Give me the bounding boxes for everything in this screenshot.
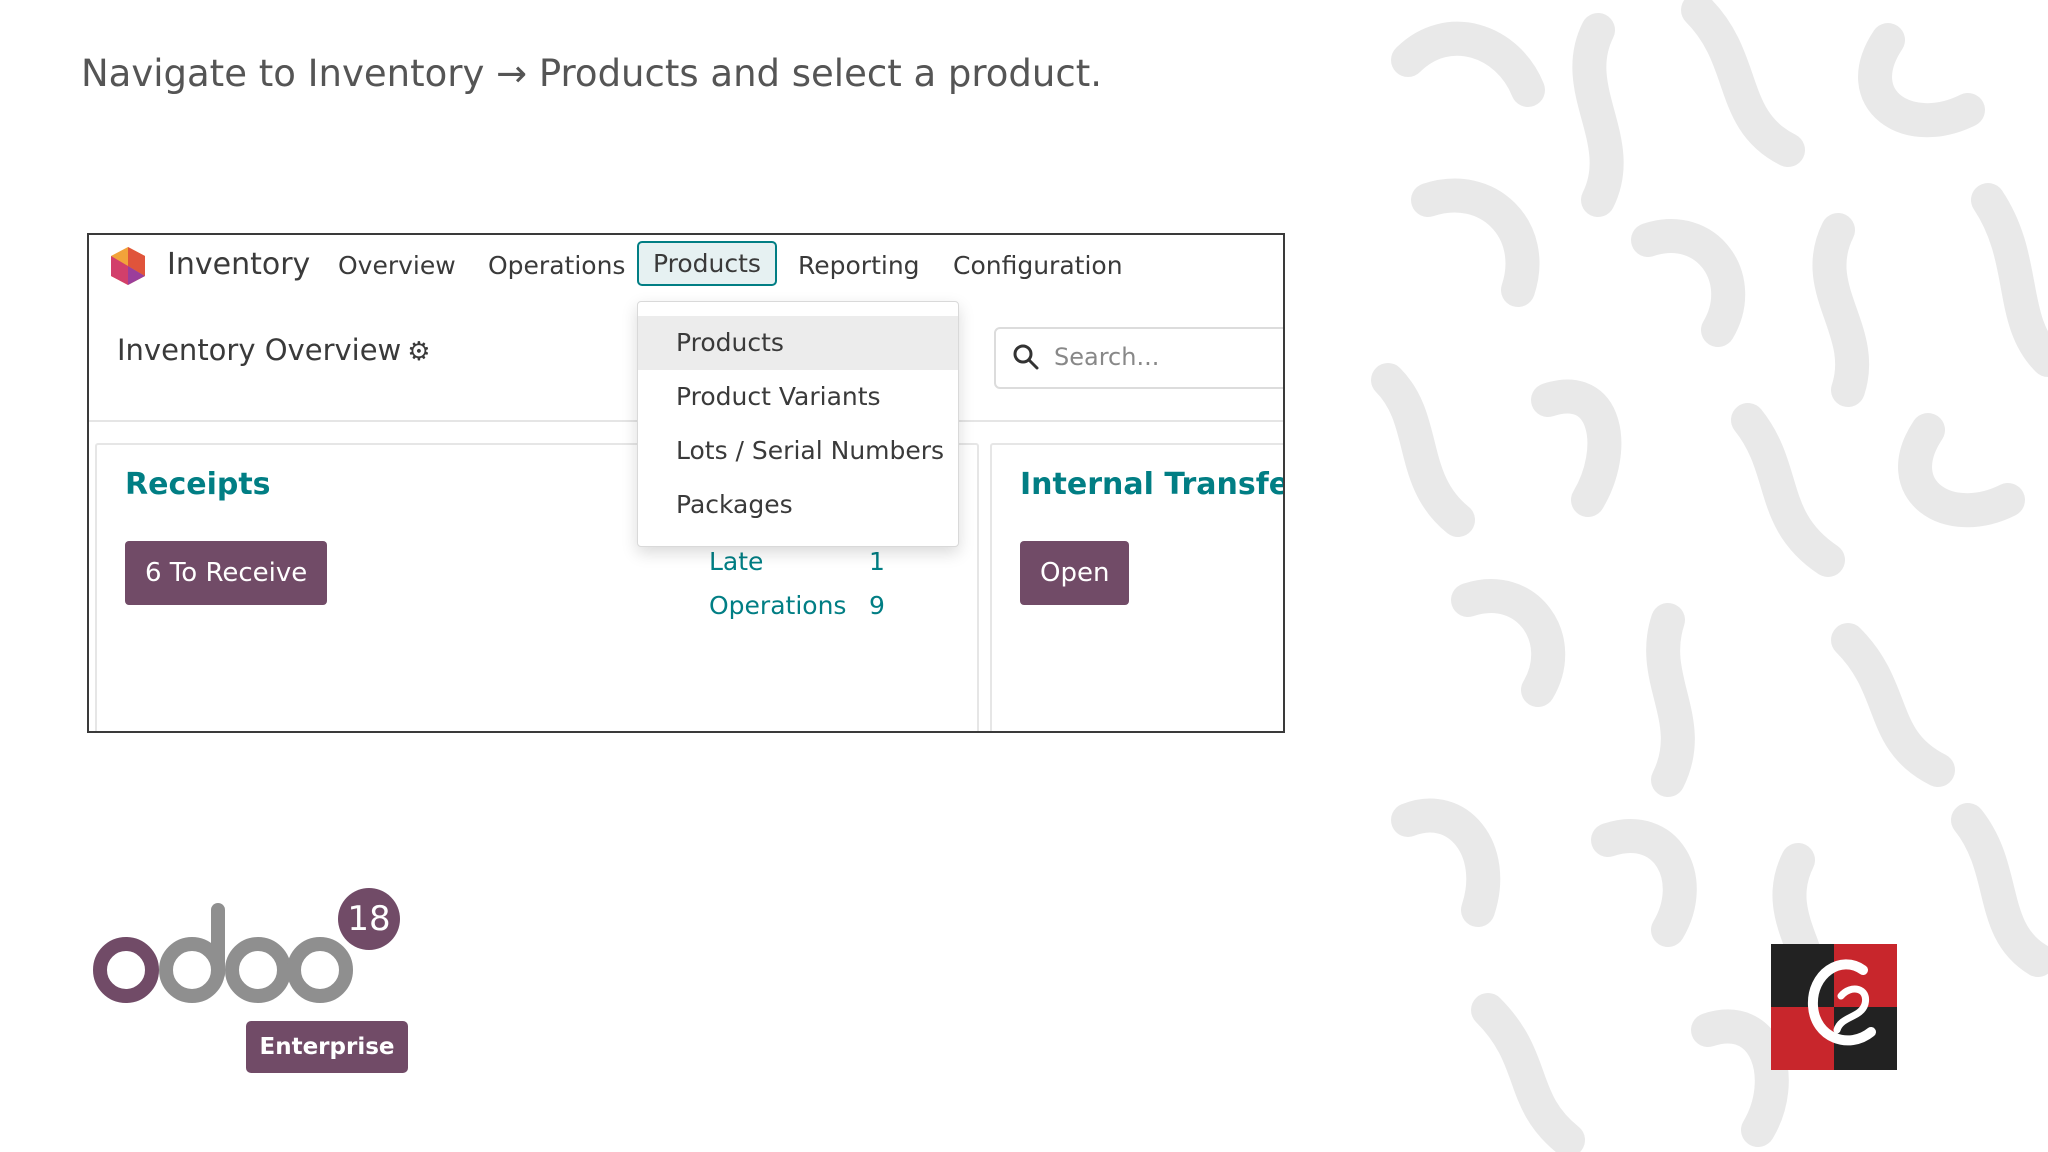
nav-operations[interactable]: Operations bbox=[488, 251, 625, 280]
company-logo bbox=[1771, 944, 1897, 1070]
menu-item-packages[interactable]: Packages bbox=[638, 478, 958, 532]
late-label: Late bbox=[709, 547, 764, 576]
nav-reporting[interactable]: Reporting bbox=[798, 251, 920, 280]
background-pattern bbox=[1368, 0, 2048, 1152]
version-badge: 18 bbox=[338, 888, 400, 950]
open-button[interactable]: Open bbox=[1020, 541, 1130, 605]
nav-products[interactable]: Products bbox=[637, 241, 777, 286]
page-title: Inventory Overview ⚙ bbox=[117, 333, 431, 367]
receipts-title[interactable]: Receipts bbox=[125, 467, 271, 502]
operations-label: Operations bbox=[709, 591, 847, 620]
nav-configuration[interactable]: Configuration bbox=[953, 251, 1123, 280]
late-stat[interactable]: Late 1 bbox=[709, 547, 885, 576]
inventory-app-icon[interactable] bbox=[109, 245, 147, 287]
operations-stat[interactable]: Operations 9 bbox=[709, 591, 885, 620]
menu-item-lots-serial-numbers[interactable]: Lots / Serial Numbers bbox=[638, 424, 958, 478]
nav-overview[interactable]: Overview bbox=[338, 251, 456, 280]
search-input[interactable]: Search... bbox=[994, 327, 1283, 389]
late-value: 1 bbox=[869, 547, 885, 576]
app-name[interactable]: Inventory bbox=[167, 247, 310, 282]
gear-icon[interactable]: ⚙ bbox=[407, 337, 430, 367]
internal-transfers-title[interactable]: Internal Transfers bbox=[1020, 467, 1283, 502]
menu-item-products[interactable]: Products bbox=[638, 316, 958, 370]
operations-value: 9 bbox=[869, 591, 885, 620]
page-title-text: Inventory Overview bbox=[117, 333, 402, 367]
to-receive-button[interactable]: 6 To Receive bbox=[125, 541, 328, 605]
products-dropdown-menu: Products Product Variants Lots / Serial … bbox=[637, 301, 959, 547]
search-icon bbox=[1013, 344, 1039, 370]
inventory-screenshot: Inventory Overview Operations Products R… bbox=[87, 233, 1285, 733]
enterprise-badge: Enterprise bbox=[246, 1021, 408, 1073]
instruction-text: Navigate to Inventory → Products and sel… bbox=[81, 52, 1102, 95]
menu-item-product-variants[interactable]: Product Variants bbox=[638, 370, 958, 424]
top-navbar: Inventory Overview Operations Products R… bbox=[89, 235, 1283, 295]
internal-transfers-card: Internal Transfers Open bbox=[990, 443, 1283, 731]
search-placeholder: Search... bbox=[1054, 343, 1160, 371]
